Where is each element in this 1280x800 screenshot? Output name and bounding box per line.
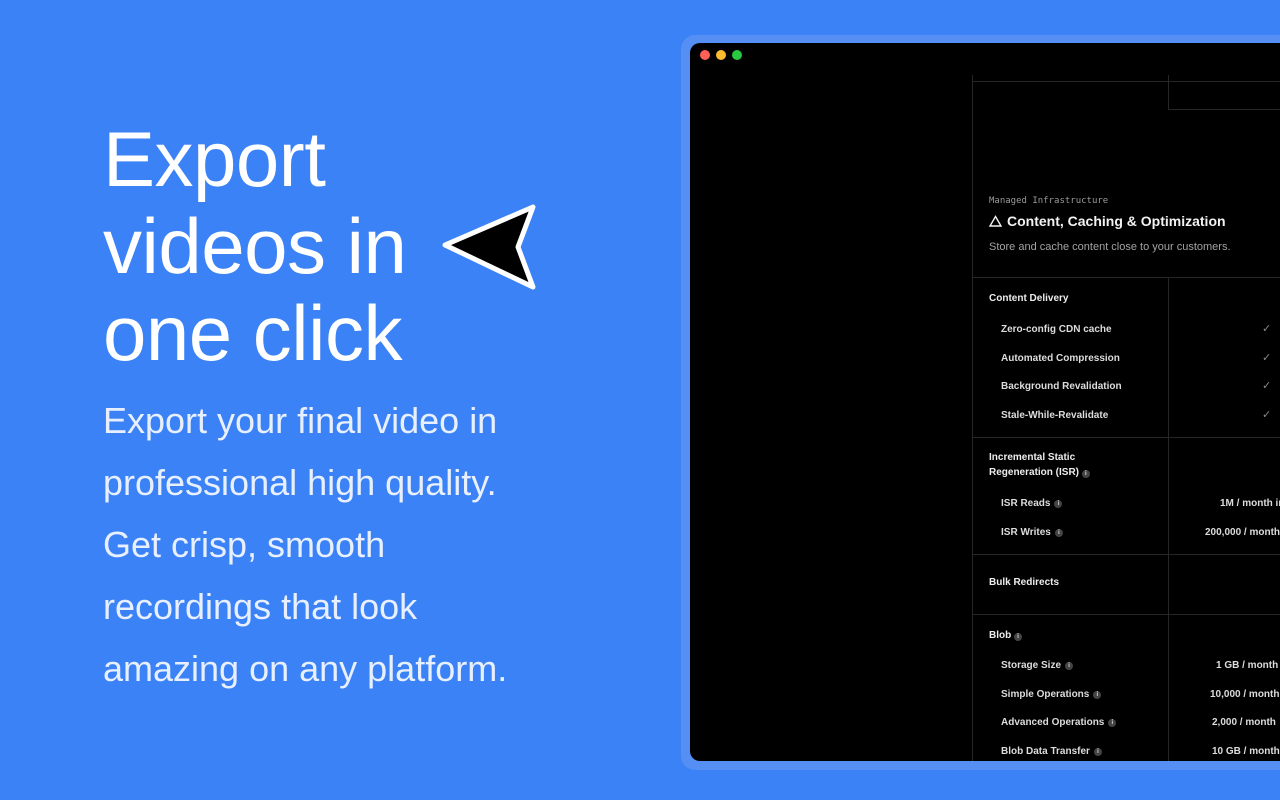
row-label: Background Revalidation: [1001, 381, 1122, 392]
section-title: Content, Caching & Optimization: [989, 213, 1226, 229]
check-icon: ✓: [1262, 408, 1272, 421]
hero-title: Export videos in one click: [103, 115, 407, 377]
row-value: 10,000 / month: [1210, 689, 1280, 700]
info-icon[interactable]: i: [1093, 690, 1102, 699]
row-label-text: Storage Size: [1001, 660, 1062, 671]
close-window-button[interactable]: [700, 50, 710, 60]
row-label: ISR Reads i: [1001, 498, 1063, 509]
section-description: Store and cache content close to your cu…: [989, 241, 1231, 253]
row-label-text: ISR Writes: [1001, 527, 1051, 538]
row-label-text: Stale-While-Revalidate: [1001, 410, 1109, 421]
table-divider: [1168, 277, 1169, 761]
info-icon[interactable]: i: [1081, 470, 1090, 478]
row-value: 2,000 / month: [1212, 717, 1276, 728]
hero-title-line-3: one click: [103, 289, 402, 377]
group-title-isr-line-2: Regeneration (ISR): [989, 467, 1080, 478]
hero-title-line-2: videos in: [103, 202, 407, 290]
group-title-isr: Incremental Static Regeneration (ISR) i: [989, 450, 1090, 480]
minimize-window-button[interactable]: [716, 50, 726, 60]
info-icon[interactable]: i: [1054, 499, 1063, 508]
row-label: Simple Operations i: [1001, 689, 1102, 700]
info-icon[interactable]: i: [1093, 747, 1102, 756]
table-divider: [972, 277, 1280, 278]
row-label: Stale-While-Revalidate: [1001, 410, 1108, 421]
check-icon: ✓: [1262, 379, 1272, 392]
table-divider: [972, 81, 1280, 82]
row-label-text: Background Revalidation: [1001, 381, 1122, 392]
group-title-isr-line-1: Incremental Static: [989, 452, 1076, 463]
row-value: 10 GB / month: [1212, 746, 1280, 757]
row-label-text: Zero-config CDN cache: [1001, 324, 1112, 335]
hero-subtitle: Export your final video in professional …: [103, 400, 508, 689]
row-label-text: Advanced Operations: [1001, 717, 1105, 728]
group-title-blob: Blob i: [989, 628, 1022, 643]
pointer-arrow-icon: [442, 204, 536, 290]
hero-title-line-1: Export: [103, 115, 326, 203]
row-value: 1 GB / month: [1216, 660, 1279, 671]
info-icon[interactable]: i: [1065, 661, 1074, 670]
row-label-text: Simple Operations: [1001, 689, 1090, 700]
row-value: 200,000 / month: [1205, 527, 1280, 538]
info-icon[interactable]: i: [1108, 718, 1117, 727]
table-divider: [972, 614, 1280, 615]
traffic-lights: [700, 50, 742, 60]
table-divider: [972, 437, 1280, 438]
row-label: Zero-config CDN cache: [1001, 324, 1112, 335]
row-value: 1M / month in: [1220, 498, 1280, 509]
info-icon[interactable]: i: [1014, 633, 1022, 641]
triangle-icon: [989, 215, 1002, 227]
group-title-bulk-redirects: Bulk Redirects: [989, 577, 1060, 588]
maximize-window-button[interactable]: [732, 50, 742, 60]
row-label: Automated Compression: [1001, 353, 1120, 364]
table-divider: [1168, 109, 1280, 110]
app-window: Managed Infrastructure Content, Caching …: [690, 43, 1280, 761]
row-label-text: Blob Data Transfer: [1001, 746, 1090, 757]
info-icon[interactable]: i: [1054, 528, 1063, 537]
row-label: ISR Writes i: [1001, 527, 1063, 538]
table-divider: [972, 75, 973, 761]
table-divider: [972, 554, 1280, 555]
section-kicker: Managed Infrastructure: [989, 196, 1109, 206]
row-label-text: ISR Reads: [1001, 498, 1051, 509]
row-label: Advanced Operations i: [1001, 717, 1117, 728]
row-label-text: Automated Compression: [1001, 353, 1120, 364]
check-icon: ✓: [1262, 322, 1272, 335]
group-title-blob-text: Blob: [989, 630, 1012, 641]
section-title-text: Content, Caching & Optimization: [1007, 213, 1226, 229]
row-label: Storage Size i: [1001, 660, 1074, 671]
check-icon: ✓: [1262, 351, 1272, 364]
row-label: Blob Data Transfer i: [1001, 746, 1102, 757]
group-title-content-delivery: Content Delivery: [989, 293, 1069, 304]
